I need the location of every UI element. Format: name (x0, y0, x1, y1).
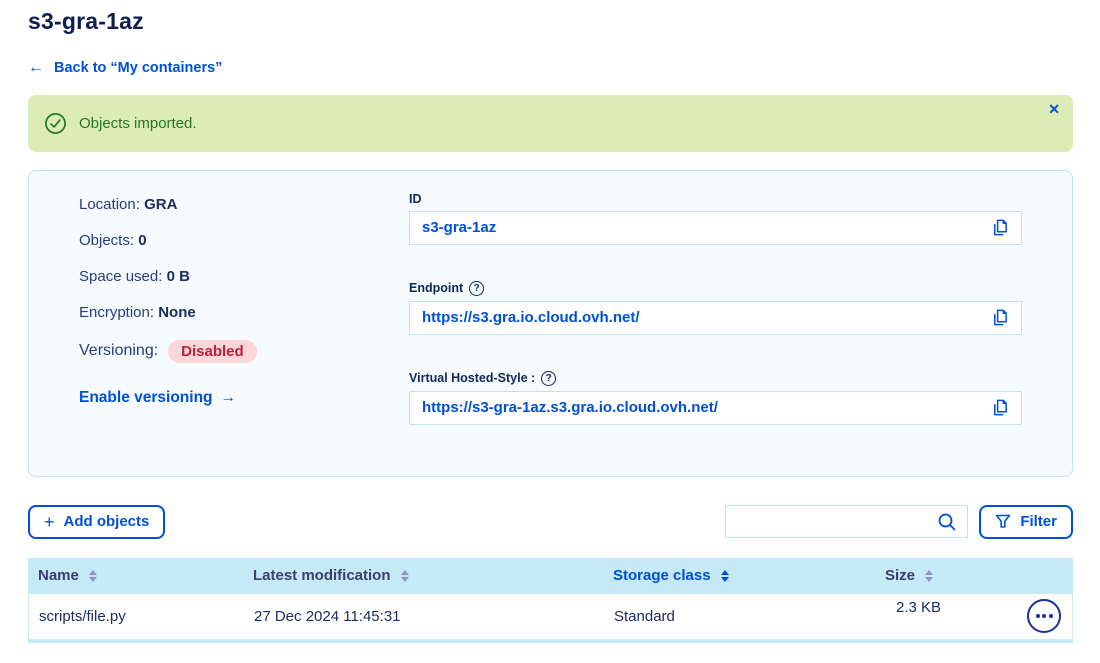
close-icon[interactable]: ✕ (1048, 102, 1060, 116)
help-icon[interactable]: ? (469, 281, 484, 296)
cell-latest-modification: 27 Dec 2024 11:45:31 (254, 608, 614, 625)
id-field-value: s3-gra-1az (422, 219, 496, 236)
cell-storage-class: Standard (614, 608, 886, 625)
container-detail-page: s3-gra-1az ← Back to “My containers” Obj… (0, 7, 1100, 643)
virtual-hosted-style-field[interactable]: https://s3-gra-1az.s3.gra.io.cloud.ovh.n… (409, 391, 1022, 425)
cell-size-and-actions: 2.3 KB (886, 599, 1072, 633)
cell-object-name: scripts/file.py (29, 608, 254, 625)
sort-icon[interactable] (401, 570, 409, 582)
page-title: s3-gra-1az (28, 7, 1073, 37)
id-field[interactable]: s3-gra-1az (409, 211, 1022, 245)
filter-label: Filter (1020, 513, 1057, 530)
container-overview-panel: Location: GRA Objects: 0 Space used: 0 B… (28, 170, 1073, 477)
endpoint-field-label: Endpoint (409, 281, 463, 295)
objects-table: Name Latest modification Storage class S… (28, 558, 1073, 643)
virtual-hosted-style-label: Virtual Hosted-Style : (409, 371, 535, 385)
filter-button[interactable]: Filter (979, 505, 1073, 539)
plus-icon: + (44, 513, 55, 531)
enable-versioning-label: Enable versioning (79, 389, 213, 407)
success-banner: Objects imported. ✕ (28, 95, 1073, 152)
arrow-left-icon: ← (28, 60, 44, 76)
table-bottom-border (28, 639, 1073, 643)
table-row: scripts/file.py 27 Dec 2024 11:45:31 Sta… (28, 594, 1073, 639)
stat-location-value: GRA (144, 196, 177, 213)
copy-icon[interactable] (990, 218, 1009, 237)
add-objects-button[interactable]: + Add objects (28, 505, 165, 539)
column-header-latest-modification[interactable]: Latest modification (253, 567, 613, 584)
stat-encryption: Encryption: None (79, 304, 409, 321)
check-circle-icon (44, 112, 67, 135)
copy-icon[interactable] (990, 398, 1009, 417)
filter-funnel-icon (995, 514, 1011, 529)
banner-message: Objects imported. (79, 115, 197, 132)
back-link-label: Back to “My containers” (54, 60, 222, 76)
search-input[interactable] (736, 513, 937, 531)
objects-table-header: Name Latest modification Storage class S… (28, 558, 1073, 594)
virtual-hosted-style-value: https://s3-gra-1az.s3.gra.io.cloud.ovh.n… (422, 399, 718, 416)
stat-location: Location: GRA (79, 196, 409, 213)
arrow-right-icon: → (221, 389, 237, 407)
column-header-storage-class[interactable]: Storage class (613, 567, 885, 584)
copy-icon[interactable] (990, 308, 1009, 327)
sort-icon[interactable] (925, 570, 933, 582)
row-actions-ellipsis-button[interactable] (1027, 599, 1061, 633)
id-field-group: ID s3-gra-1az (409, 192, 1022, 245)
endpoint-field[interactable]: https://s3.gra.io.cloud.ovh.net/ (409, 301, 1022, 335)
stat-space-used-value: 0 B (167, 268, 190, 285)
stat-encryption-value: None (158, 304, 196, 321)
objects-toolbar: + Add objects Filter (28, 505, 1073, 539)
versioning-status-badge: Disabled (168, 340, 257, 363)
virtual-hosted-style-field-group: Virtual Hosted-Style : ? https://s3-gra-… (409, 371, 1022, 425)
endpoint-field-group: Endpoint ? https://s3.gra.io.cloud.ovh.n… (409, 281, 1022, 335)
sort-icon[interactable] (721, 570, 729, 582)
stat-objects-value: 0 (138, 232, 146, 249)
stat-versioning: Versioning: Disabled (79, 340, 409, 363)
help-icon[interactable]: ? (541, 371, 556, 386)
search-box (725, 505, 968, 538)
stat-objects: Objects: 0 (79, 232, 409, 249)
column-header-size[interactable]: Size (885, 567, 1073, 584)
cell-size: 2.3 KB (886, 599, 941, 633)
container-endpoints: ID s3-gra-1az Endpoint ? (409, 171, 1072, 476)
add-objects-label: Add objects (64, 513, 150, 530)
container-stats: Location: GRA Objects: 0 Space used: 0 B… (29, 171, 409, 476)
enable-versioning-link[interactable]: Enable versioning → (79, 389, 236, 407)
back-to-containers-link[interactable]: ← Back to “My containers” (28, 60, 222, 76)
sort-icon[interactable] (89, 570, 97, 582)
column-header-name[interactable]: Name (28, 567, 253, 584)
id-field-label: ID (409, 192, 422, 206)
search-icon[interactable] (937, 512, 957, 532)
stat-space-used: Space used: 0 B (79, 268, 409, 285)
endpoint-field-value: https://s3.gra.io.cloud.ovh.net/ (422, 309, 640, 326)
